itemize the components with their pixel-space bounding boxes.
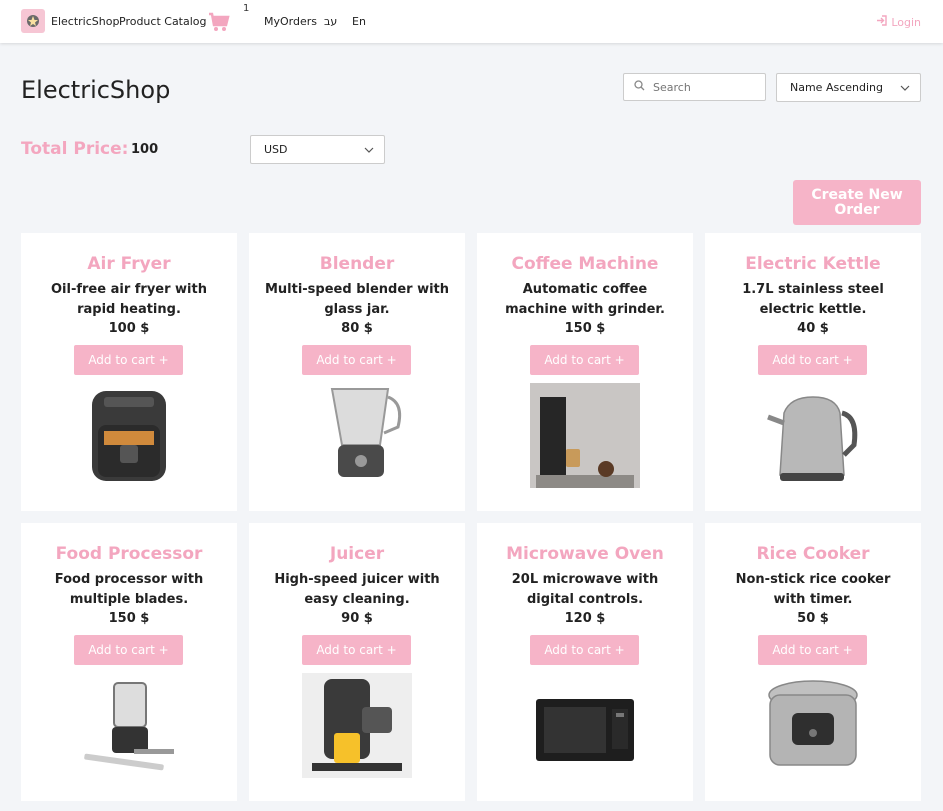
- nav-brand[interactable]: ElectricShop: [51, 15, 119, 28]
- navbar: ElectricShop Product Catalog 1 MyOrders …: [0, 0, 943, 43]
- product-price: 50 $: [797, 611, 829, 626]
- chevron-down-icon: [900, 83, 910, 96]
- product-card: Coffee Machine Automatic coffee machine …: [477, 233, 693, 511]
- search-box[interactable]: [623, 73, 766, 101]
- product-price: 150 $: [564, 321, 606, 336]
- product-name: Rice Cooker: [756, 544, 870, 564]
- product-price: 90 $: [341, 611, 373, 626]
- product-name: Electric Kettle: [745, 254, 881, 274]
- sort-value: Name Ascending: [790, 81, 883, 94]
- product-description: Non-stick rice cooker with timer.: [735, 572, 891, 607]
- product-description: Oil-free air fryer with rapid heating.: [51, 282, 207, 317]
- product-price: 80 $: [341, 321, 373, 336]
- brand-logo[interactable]: [21, 9, 45, 33]
- product-card: Juicer High-speed juicer with easy clean…: [249, 523, 465, 801]
- product-name: Blender: [319, 254, 395, 274]
- product-grid: Air Fryer Oil-free air fryer with rapid …: [21, 233, 921, 801]
- login-label: Login: [891, 15, 921, 29]
- coffee-machine-image: [530, 383, 640, 488]
- product-card: Blender Multi-speed blender with glass j…: [249, 233, 465, 511]
- product-card: Food Processor Food processor with multi…: [21, 523, 237, 801]
- add-to-cart-button[interactable]: Add to cart +: [74, 345, 183, 375]
- currency-value: USD: [264, 143, 288, 156]
- page-title: ElectricShop: [21, 76, 171, 104]
- product-price: 40 $: [797, 321, 829, 336]
- search-icon: [634, 80, 645, 94]
- electric-kettle-image: [767, 396, 858, 481]
- blender-image: [330, 388, 402, 477]
- product-name: Juicer: [329, 544, 385, 564]
- product-description: Automatic coffee machine with grinder.: [505, 282, 665, 317]
- total-price-value: 100: [131, 142, 159, 157]
- product-description: 20L microwave with digital controls.: [511, 572, 659, 607]
- product-price: 150 $: [108, 611, 150, 626]
- nav-my-orders[interactable]: MyOrders: [264, 15, 317, 28]
- product-name: Microwave Oven: [506, 544, 664, 564]
- login-icon: [876, 15, 888, 29]
- product-description: Multi-speed blender with glass jar.: [264, 282, 450, 317]
- cart-count: 1: [243, 3, 250, 14]
- product-name: Food Processor: [55, 544, 203, 564]
- product-name: Coffee Machine: [511, 254, 659, 274]
- add-to-cart-button[interactable]: Add to cart +: [758, 635, 867, 665]
- cart-icon[interactable]: [208, 11, 230, 33]
- nav-product-catalog[interactable]: Product Catalog: [119, 15, 207, 28]
- login-link[interactable]: Login: [876, 15, 921, 29]
- add-to-cart-button[interactable]: Add to cart +: [530, 345, 639, 375]
- lang-hebrew[interactable]: עב: [324, 15, 337, 28]
- add-to-cart-button[interactable]: Add to cart +: [758, 345, 867, 375]
- chevron-down-icon: [364, 145, 374, 158]
- product-price: 120 $: [564, 611, 606, 626]
- add-to-cart-button[interactable]: Add to cart +: [302, 345, 411, 375]
- currency-select[interactable]: USD: [250, 135, 385, 164]
- product-name: Air Fryer: [87, 254, 171, 274]
- product-description: 1.7L stainless steel electric kettle.: [742, 282, 884, 317]
- microwave-image: [536, 699, 634, 761]
- product-price: 100 $: [108, 321, 150, 336]
- lang-english[interactable]: En: [352, 15, 366, 28]
- add-to-cart-button[interactable]: Add to cart +: [530, 635, 639, 665]
- product-description: Food processor with multiple blades.: [54, 572, 204, 607]
- add-to-cart-button[interactable]: Add to cart +: [302, 635, 411, 665]
- product-card: Rice Cooker Non-stick rice cooker with t…: [705, 523, 921, 801]
- search-input[interactable]: [651, 79, 755, 95]
- product-description: High-speed juicer with easy cleaning.: [274, 572, 440, 607]
- product-card: Microwave Oven 20L microwave with digita…: [477, 523, 693, 801]
- food-processor-image: [84, 682, 174, 771]
- juicer-image: [302, 673, 412, 778]
- rice-cooker-image: [768, 680, 858, 766]
- product-card: Electric Kettle 1.7L stainless steel ele…: [705, 233, 921, 511]
- air-fryer-image: [92, 391, 166, 481]
- create-new-order-button[interactable]: Create New Order: [793, 180, 921, 225]
- add-to-cart-button[interactable]: Add to cart +: [74, 635, 183, 665]
- sort-select[interactable]: Name Ascending: [776, 73, 921, 102]
- total-price-label: Total Price:: [21, 139, 129, 159]
- product-card: Air Fryer Oil-free air fryer with rapid …: [21, 233, 237, 511]
